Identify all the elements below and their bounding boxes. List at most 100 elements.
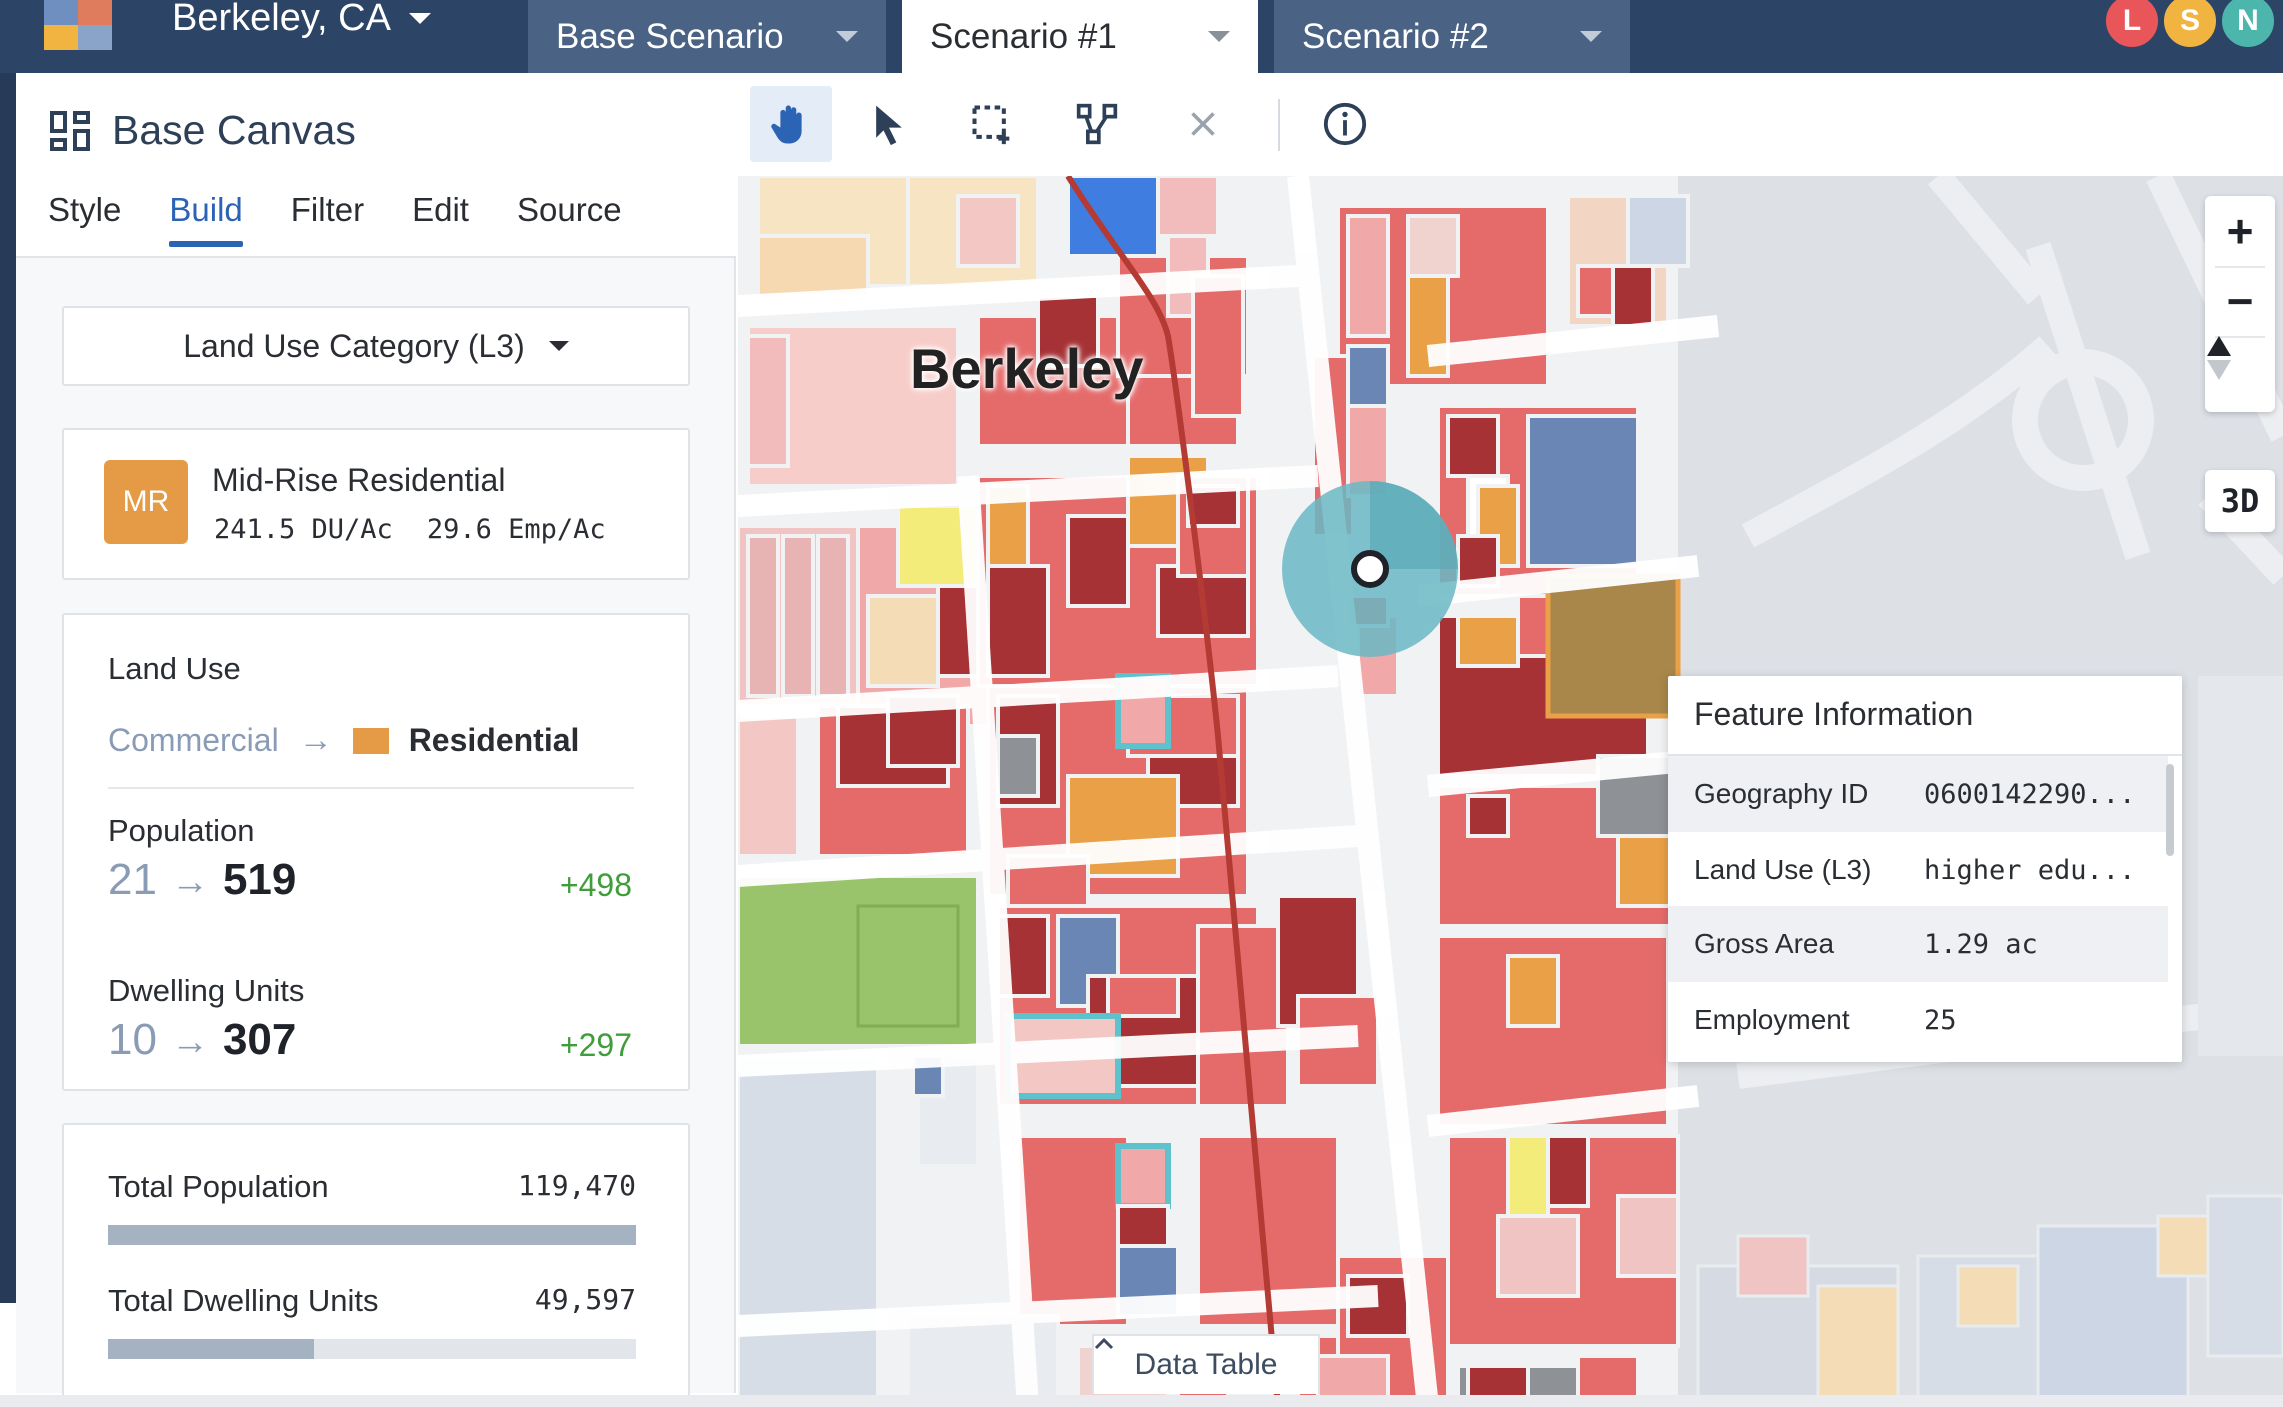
- change-summary-card: Land Use Commercial → Residential Popula…: [62, 613, 690, 1091]
- left-rail: [0, 73, 16, 1303]
- city-map-label: Berkeley: [910, 337, 1144, 400]
- tab-filter[interactable]: Filter: [291, 191, 364, 245]
- total-population-label: Total Population: [108, 1169, 329, 1204]
- toggle-3d-button[interactable]: 3D: [2205, 470, 2275, 532]
- total-dwelling-units-bar: [108, 1339, 636, 1359]
- tab-label: Scenario #2: [1302, 16, 1489, 56]
- tab-edit[interactable]: Edit: [412, 191, 469, 245]
- feature-info-title: Feature Information: [1694, 696, 1974, 732]
- map-toolbar: [738, 73, 2283, 176]
- population-to: 519: [222, 855, 297, 904]
- top-bar: Berkeley, CA Base Scenario Scenario #1 S…: [0, 0, 2283, 73]
- avatar[interactable]: S: [2161, 0, 2219, 50]
- panel-tabs: Style Build Filter Edit Source: [48, 191, 622, 247]
- tab-label: Scenario #1: [930, 16, 1117, 56]
- tab-source[interactable]: Source: [517, 191, 622, 245]
- info-icon[interactable]: [1304, 86, 1386, 162]
- avatar[interactable]: N: [2219, 0, 2277, 50]
- panel-header: Base Canvas Style Build Filter Edit Sour…: [16, 73, 736, 258]
- total-population-bar: [108, 1225, 636, 1245]
- arrow-right-icon: →: [298, 721, 333, 759]
- feature-row: Geography ID 0600142290...: [1668, 756, 2168, 832]
- tab-scenario-1[interactable]: Scenario #1: [902, 0, 1258, 73]
- tab-label: Base Scenario: [556, 16, 784, 56]
- total-dwelling-units-value: 49,597: [534, 1283, 636, 1316]
- land-use-to: Residential: [408, 722, 580, 758]
- chevron-down-icon: [408, 12, 431, 24]
- building-type-name: Mid-Rise Residential: [212, 462, 506, 498]
- chevron-down-icon[interactable]: [1208, 31, 1230, 42]
- feature-row: Employment 25: [1668, 982, 2168, 1058]
- divider: [108, 787, 634, 789]
- map-canvas[interactable]: Berkeley + − 3D Feature Information Geog…: [738, 176, 2283, 1407]
- tab-style[interactable]: Style: [48, 191, 121, 245]
- tab-scenario-2[interactable]: Scenario #2: [1274, 0, 1630, 73]
- residential-swatch: [352, 727, 389, 754]
- feature-key: Geography ID: [1694, 778, 1869, 809]
- population-change: 21 → 519: [108, 855, 296, 905]
- avatar[interactable]: L: [2103, 0, 2161, 50]
- feature-row: Land Use (L3) higher edu...: [1668, 832, 2168, 908]
- land-use-change: Commercial → Residential: [108, 721, 579, 760]
- chevron-down-icon: [548, 341, 569, 351]
- feature-value: 25: [1924, 1004, 1957, 1036]
- side-panel: Base Canvas Style Build Filter Edit Sour…: [16, 73, 736, 1407]
- emp-per-acre: 29.6 Emp/Ac: [426, 514, 606, 545]
- footer-strip: [0, 1395, 2283, 1407]
- feature-key: Employment: [1694, 1004, 1850, 1035]
- building-type-badge: MR: [104, 460, 188, 544]
- feature-value: 0600142290...: [1924, 778, 2136, 810]
- totals-card: Total Population 119,470 Total Dwelling …: [62, 1123, 690, 1407]
- feature-value: higher edu...: [1924, 854, 2136, 886]
- polygon-vertex-icon[interactable]: [1056, 86, 1138, 162]
- tab-base-scenario[interactable]: Base Scenario: [528, 0, 886, 73]
- dropdown-label: Land Use Category (L3): [183, 327, 525, 364]
- panel-title: Base Canvas: [50, 107, 356, 154]
- dwelling-units-delta: +297: [559, 1027, 632, 1063]
- building-type-stats: 241.5 DU/Ac 29.6 Emp/Ac: [214, 514, 606, 545]
- city-selector[interactable]: Berkeley, CA: [172, 0, 431, 39]
- arrow-right-icon: →: [170, 1021, 209, 1063]
- clear-x-icon[interactable]: [1162, 86, 1244, 162]
- chevron-up-icon: [1094, 1337, 1114, 1350]
- toolbar-divider: [1278, 99, 1280, 151]
- scrollbar[interactable]: [2166, 764, 2174, 856]
- land-use-label: Land Use: [108, 651, 241, 686]
- population-from: 21: [108, 855, 157, 904]
- tab-build[interactable]: Build: [169, 191, 244, 247]
- app-logo-icon[interactable]: [44, 0, 112, 50]
- feature-info-popup: Feature Information Geography ID 0600142…: [1668, 676, 2182, 1062]
- land-use-from: Commercial: [108, 722, 279, 758]
- box-select-icon[interactable]: [950, 86, 1032, 162]
- dwelling-units-label: Dwelling Units: [108, 973, 305, 1008]
- zoom-out-button[interactable]: −: [2205, 266, 2275, 336]
- dwelling-units-change: 10 → 307: [108, 1015, 296, 1065]
- chevron-down-icon[interactable]: [836, 31, 858, 42]
- chevron-down-icon[interactable]: [1580, 31, 1602, 42]
- compass-north-icon[interactable]: [2205, 336, 2275, 406]
- data-table-toggle[interactable]: Data Table: [1092, 1334, 1320, 1394]
- population-delta: +498: [559, 867, 632, 903]
- bar-fill: [108, 1225, 636, 1245]
- arrow-right-icon: →: [170, 861, 209, 903]
- building-type-card[interactable]: MR Mid-Rise Residential 241.5 DU/Ac 29.6…: [62, 428, 690, 580]
- pan-hand-icon[interactable]: [750, 86, 832, 162]
- panel-title-text: Base Canvas: [112, 107, 356, 153]
- select-pointer-icon[interactable]: [848, 86, 930, 162]
- total-dwelling-units-label: Total Dwelling Units: [108, 1283, 379, 1318]
- dashboard-grid-icon: [50, 110, 90, 151]
- dwelling-units-to: 307: [222, 1015, 297, 1064]
- bar-fill: [108, 1339, 314, 1359]
- land-use-category-dropdown[interactable]: Land Use Category (L3): [62, 306, 690, 386]
- feature-row: Gross Area 1.29 ac: [1668, 906, 2168, 982]
- city-name: Berkeley, CA: [172, 0, 391, 39]
- zoom-controls: + −: [2205, 196, 2275, 412]
- population-label: Population: [108, 813, 255, 848]
- zoom-in-button[interactable]: +: [2205, 196, 2275, 266]
- data-table-label: Data Table: [1134, 1348, 1278, 1381]
- du-per-acre: 241.5 DU/Ac: [214, 514, 393, 545]
- total-population-value: 119,470: [517, 1169, 636, 1202]
- feature-key: Gross Area: [1694, 928, 1835, 959]
- dwelling-units-from: 10: [108, 1015, 157, 1064]
- total-population-row: Total Population 119,470: [108, 1169, 636, 1205]
